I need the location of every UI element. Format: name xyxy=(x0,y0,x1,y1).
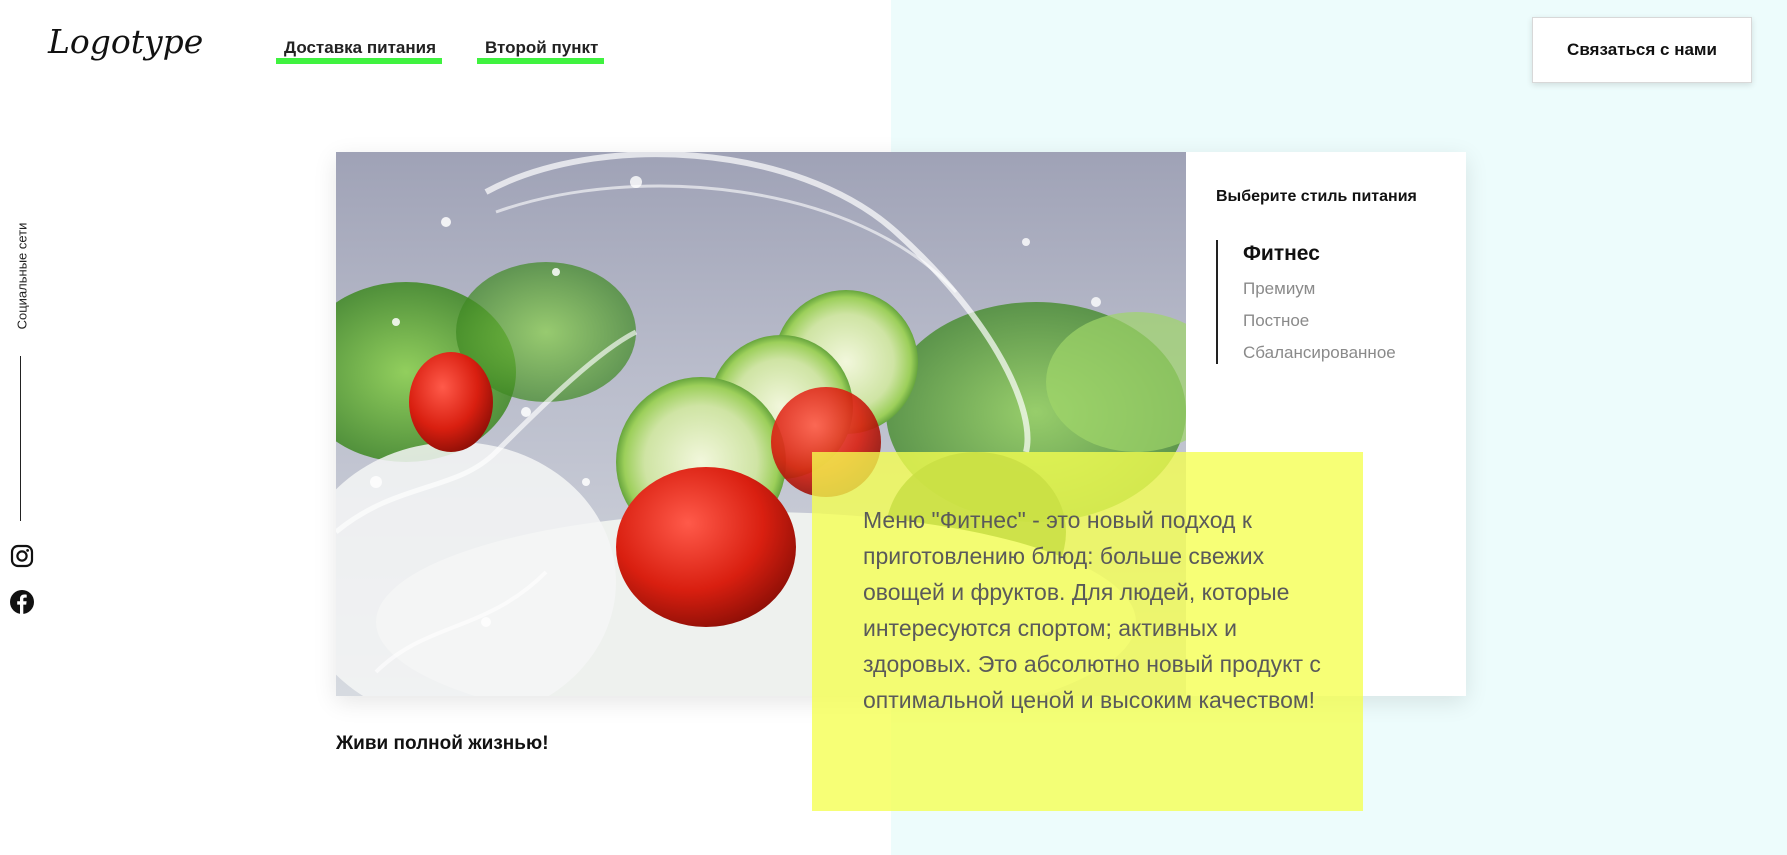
nav-item-label: Второй пункт xyxy=(485,38,599,57)
social-divider-line xyxy=(20,356,21,521)
menu-description: Меню "Фитнес" - это новый подход к приго… xyxy=(863,507,1321,713)
facebook-icon[interactable] xyxy=(10,590,34,614)
logo[interactable]: Logotype xyxy=(48,22,203,61)
nav-item-second[interactable]: Второй пункт xyxy=(477,38,605,64)
social-networks-label: Социальные сети xyxy=(14,222,30,330)
panel-title: Выберите стиль питания xyxy=(1216,188,1417,205)
style-option-premium[interactable]: Премиум xyxy=(1243,279,1315,299)
nav-item-label: Доставка питания xyxy=(284,38,436,57)
style-option-fitness[interactable]: Фитнес xyxy=(1243,242,1320,266)
style-option-lenten[interactable]: Постное xyxy=(1243,311,1309,331)
style-selector-line xyxy=(1216,240,1218,364)
style-option-balanced[interactable]: Сбалансированное xyxy=(1243,343,1396,363)
nav-item-food-delivery[interactable]: Доставка питания xyxy=(276,38,442,64)
contact-us-button[interactable]: Связаться с нами xyxy=(1532,17,1752,83)
nav-underline xyxy=(276,58,442,64)
instagram-icon[interactable] xyxy=(10,544,34,568)
nav-underline xyxy=(477,58,605,64)
tagline: Живи полной жизнью! xyxy=(336,733,549,754)
